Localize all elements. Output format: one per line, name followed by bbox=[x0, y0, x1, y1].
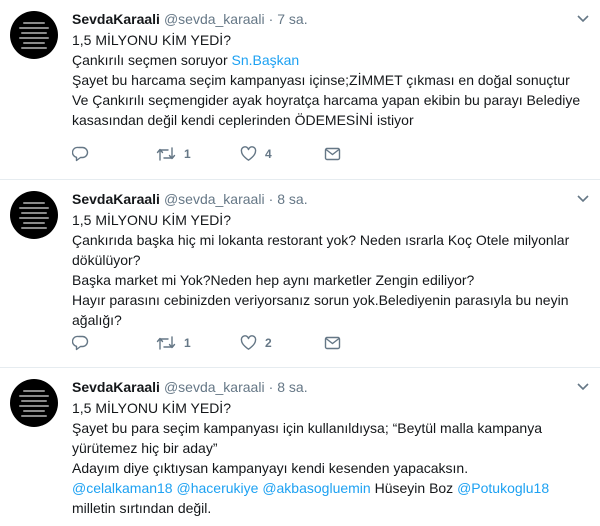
reply-icon bbox=[72, 335, 89, 351]
tweet-line: 1,5 MİLYONU KİM YEDİ? bbox=[72, 400, 231, 416]
retweet-icon bbox=[156, 147, 176, 161]
tweet-line: Çankırılı seçmen soruyor Sn.Başkan bbox=[72, 50, 588, 70]
dm-button[interactable] bbox=[324, 145, 408, 163]
mention-link[interactable]: Sn.Başkan bbox=[232, 52, 300, 68]
tweet-line-text: Çankırılı seçmen soruyor bbox=[72, 52, 232, 68]
chevron-down-icon[interactable] bbox=[576, 382, 590, 392]
tweet-feed: SevdaKaraali @sevda_karaali · 7 sa. 1,5 … bbox=[0, 0, 600, 526]
tweet[interactable]: SevdaKaraali @sevda_karaali · 7 sa. 1,5 … bbox=[0, 0, 600, 180]
separator: · bbox=[268, 11, 274, 27]
like-button[interactable]: 2 bbox=[240, 334, 324, 352]
tweet-time[interactable]: 7 sa. bbox=[277, 10, 307, 28]
tweet-line: @celalkaman18 @hacerukiye @akbasogluemin… bbox=[72, 478, 588, 498]
tweet-line: 1,5 MİLYONU KİM YEDİ? bbox=[72, 212, 231, 228]
tweet[interactable]: SevdaKaraali @sevda_karaali · 8 sa. 1,5 … bbox=[0, 180, 600, 368]
user-name[interactable]: SevdaKaraali bbox=[72, 378, 160, 396]
separator: · bbox=[268, 379, 274, 395]
avatar[interactable] bbox=[10, 11, 58, 59]
tweet-line: Hayır parasını cebinizden veriyorsanız s… bbox=[72, 292, 569, 328]
tweet-time[interactable]: 8 sa. bbox=[277, 378, 307, 396]
tweet-header: SevdaKaraali @sevda_karaali · 8 sa. bbox=[72, 190, 588, 208]
tweet-actions: 1 4 bbox=[72, 145, 408, 163]
tweet-line: 1,5 MİLYONU KİM YEDİ? bbox=[72, 32, 231, 48]
dm-button[interactable] bbox=[324, 334, 408, 352]
reply-button[interactable] bbox=[72, 145, 156, 163]
tweet-header: SevdaKaraali @sevda_karaali · 8 sa. bbox=[72, 378, 588, 396]
reply-icon bbox=[72, 146, 89, 162]
chevron-down-icon[interactable] bbox=[576, 194, 590, 204]
tweet-time[interactable]: 8 sa. bbox=[277, 190, 307, 208]
user-name[interactable]: SevdaKaraali bbox=[72, 10, 160, 28]
dm-icon bbox=[324, 147, 341, 161]
like-icon bbox=[240, 335, 257, 350]
like-icon bbox=[240, 146, 257, 161]
tweet-line: Şayet bu para seçim kampanyası için kull… bbox=[72, 420, 542, 456]
retweet-count: 1 bbox=[184, 147, 191, 161]
tweet-text: 1,5 MİLYONU KİM YEDİ? Şayet bu para seçi… bbox=[72, 398, 588, 518]
tweet[interactable]: SevdaKaraali @sevda_karaali · 8 sa. 1,5 … bbox=[0, 368, 600, 526]
tweet-line: Adayım diye çıktıysan kampanyayı kendi k… bbox=[72, 460, 469, 476]
avatar[interactable] bbox=[10, 191, 58, 239]
mention-link[interactable]: @hacerukiye bbox=[177, 480, 259, 496]
avatar[interactable] bbox=[10, 379, 58, 427]
reply-button[interactable] bbox=[72, 334, 156, 352]
like-count: 4 bbox=[265, 147, 272, 161]
mention-link[interactable]: @akbasogluemin bbox=[262, 480, 370, 496]
tweet-line: Çankırıda başka hiç mi lokanta restorant… bbox=[72, 232, 570, 268]
like-count: 2 bbox=[265, 336, 272, 350]
tweet-line: milletin sırtından değil. bbox=[72, 500, 212, 516]
retweet-count: 1 bbox=[184, 336, 191, 350]
separator: · bbox=[268, 191, 274, 207]
retweet-button[interactable]: 1 bbox=[156, 145, 240, 163]
tweet-text: 1,5 MİLYONU KİM YEDİ? Çankırıda başka hi… bbox=[72, 210, 588, 330]
dm-icon bbox=[324, 336, 341, 350]
tweet-actions: 1 2 bbox=[72, 334, 408, 352]
retweet-button[interactable]: 1 bbox=[156, 334, 240, 352]
tweet-line: Ve Çankırılı seçmengider ayak hoyratça h… bbox=[72, 92, 581, 128]
retweet-icon bbox=[156, 336, 176, 350]
tweet-header: SevdaKaraali @sevda_karaali · 7 sa. bbox=[72, 10, 588, 28]
chevron-down-icon[interactable] bbox=[576, 14, 590, 24]
plain-name: Hüseyin Boz bbox=[374, 480, 454, 496]
tweet-text: 1,5 MİLYONU KİM YEDİ? Çankırılı seçmen s… bbox=[72, 30, 588, 130]
user-handle[interactable]: @sevda_karaali bbox=[164, 190, 265, 208]
tweet-line: Şayet bu harcama seçim kampanyası içinse… bbox=[72, 72, 570, 88]
tweet-line: Başka market mi Yok?Neden hep aynı marke… bbox=[72, 272, 475, 288]
mention-link[interactable]: @Potukoglu18 bbox=[457, 480, 549, 496]
like-button[interactable]: 4 bbox=[240, 145, 324, 163]
user-handle[interactable]: @sevda_karaali bbox=[164, 10, 265, 28]
mention-link[interactable]: @celalkaman18 bbox=[72, 480, 173, 496]
user-handle[interactable]: @sevda_karaali bbox=[164, 378, 265, 396]
user-name[interactable]: SevdaKaraali bbox=[72, 190, 160, 208]
